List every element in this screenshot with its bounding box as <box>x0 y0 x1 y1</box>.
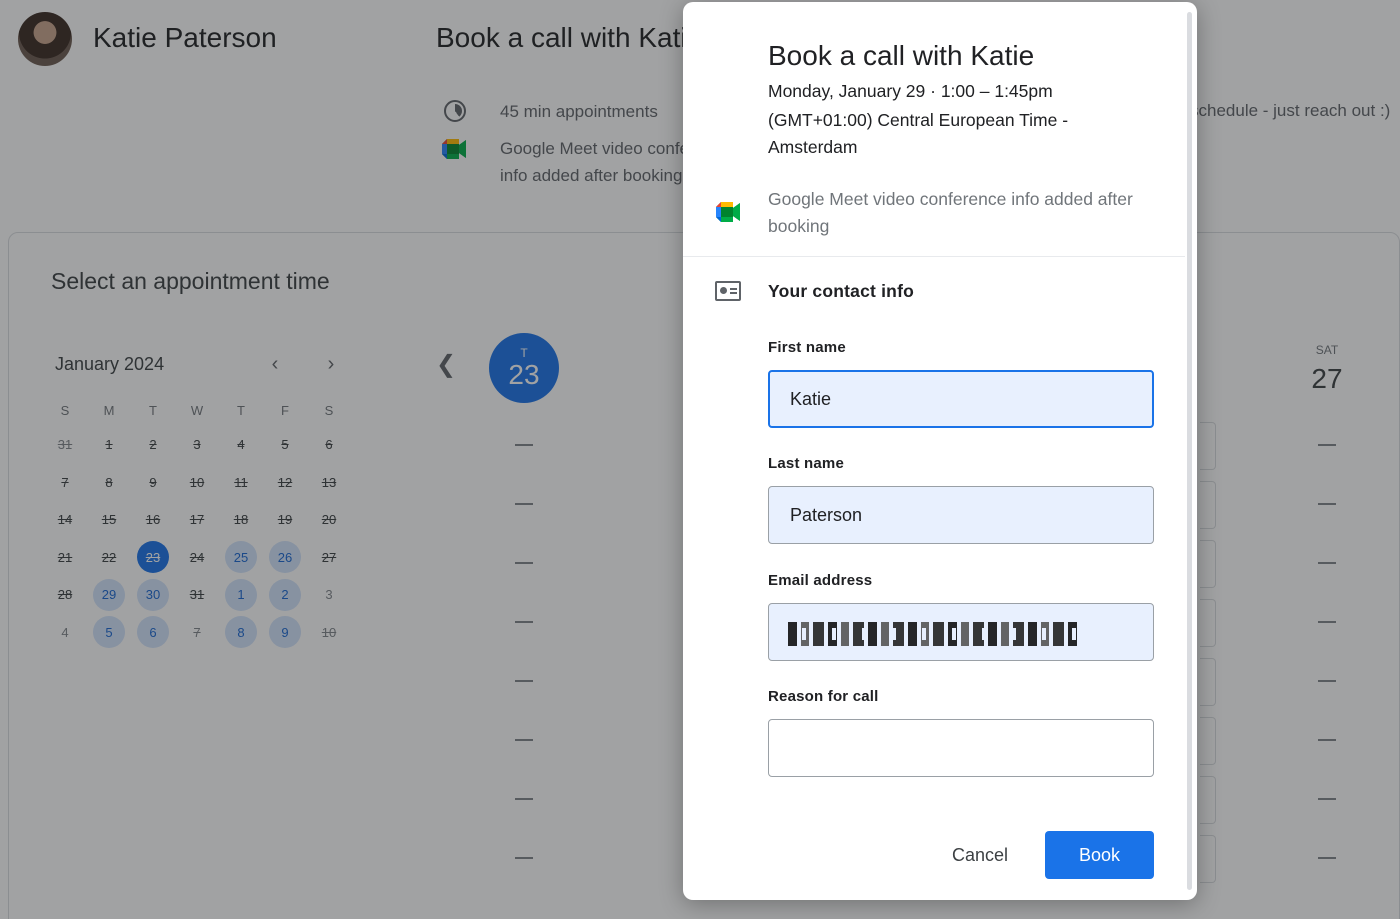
email-label: Email address <box>768 572 873 589</box>
last-name-input[interactable] <box>768 486 1154 544</box>
contact-info-heading: Your contact info <box>768 281 914 301</box>
cancel-button[interactable]: Cancel <box>936 831 1024 879</box>
reason-input[interactable] <box>768 719 1154 777</box>
appointment-datetime: Monday, January 29 · 1:00 – 1:45pm <box>768 81 1053 101</box>
divider <box>683 256 1185 257</box>
dialog-title: Book a call with Katie <box>768 40 1035 71</box>
appointment-timezone: (GMT+01:00) Central European Time - Amst… <box>768 110 1069 157</box>
google-meet-icon <box>716 202 740 222</box>
dialog-scrollbar[interactable] <box>1187 12 1192 890</box>
contact-card-icon <box>715 281 741 301</box>
last-name-label: Last name <box>768 455 844 472</box>
meet-info-text: Google Meet video conference info added … <box>768 189 1133 236</box>
booking-dialog: Book a call with Katie Monday, January 2… <box>683 2 1197 900</box>
reason-label: Reason for call <box>768 688 879 705</box>
email-redaction <box>788 622 1080 646</box>
first-name-label: First name <box>768 339 846 356</box>
first-name-input[interactable] <box>768 370 1154 428</box>
booking-page: Katie Paterson Book a call with Katie 45… <box>0 0 1400 919</box>
book-button[interactable]: Book <box>1045 831 1154 879</box>
